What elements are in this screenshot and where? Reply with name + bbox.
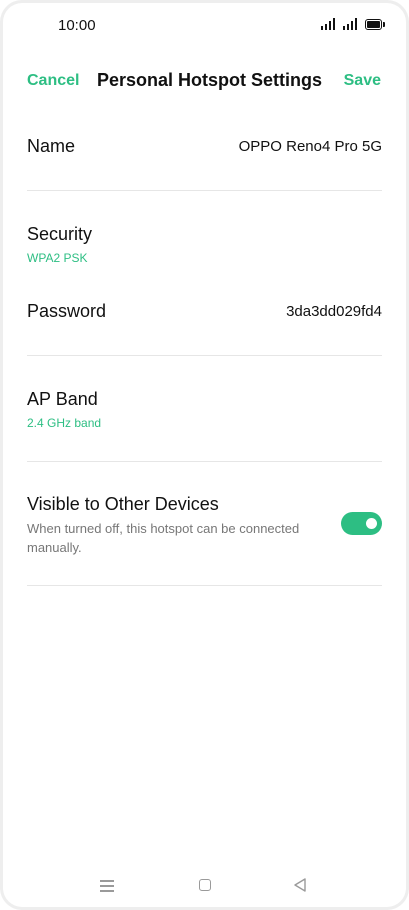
navigation-bar xyxy=(0,866,409,906)
visible-toggle[interactable] xyxy=(341,512,382,535)
divider xyxy=(27,355,382,356)
security-value: WPA2 PSK xyxy=(27,251,88,265)
home-icon[interactable] xyxy=(199,879,211,891)
ap-band-value: 2.4 GHz band xyxy=(27,416,102,430)
status-time: 10:00 xyxy=(58,17,96,34)
menu-icon[interactable] xyxy=(96,876,120,894)
password-value: 3da3dd029fd4 xyxy=(286,303,382,320)
ap-band-label: AP Band xyxy=(27,389,98,409)
cancel-button[interactable]: Cancel xyxy=(27,72,79,90)
visible-description: When turned off, this hotspot can be con… xyxy=(27,521,300,555)
name-label: Name xyxy=(27,136,76,156)
security-label: Security xyxy=(27,224,93,244)
divider xyxy=(27,461,382,462)
back-icon[interactable] xyxy=(291,876,315,894)
signal-icon xyxy=(321,18,337,30)
toggle-knob xyxy=(366,518,377,529)
divider xyxy=(27,190,382,191)
name-value: OPPO Reno4 Pro 5G xyxy=(238,138,382,155)
status-icons xyxy=(321,18,385,30)
status-bar: 10:00 xyxy=(0,0,409,52)
divider xyxy=(27,585,382,586)
save-button[interactable]: Save xyxy=(344,72,381,90)
password-label: Password xyxy=(27,301,107,321)
visible-label: Visible to Other Devices xyxy=(27,494,219,514)
battery-icon xyxy=(365,18,385,30)
top-bar: Cancel Personal Hotspot Settings Save xyxy=(0,62,409,100)
page-title: Personal Hotspot Settings xyxy=(97,70,323,90)
signal-icon xyxy=(343,18,359,30)
